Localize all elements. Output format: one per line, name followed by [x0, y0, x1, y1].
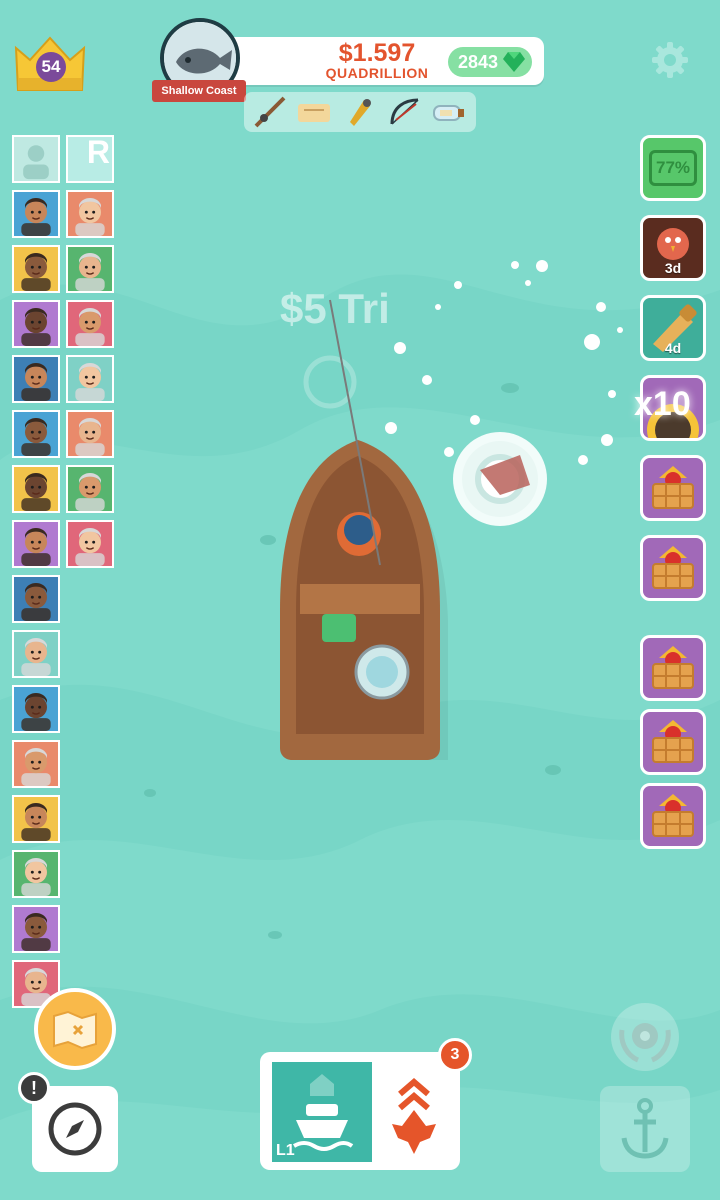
upgrades-count-badge: 3 — [438, 1038, 472, 1072]
money-amount: $1.597 — [338, 39, 416, 67]
laurel-gear-icon — [611, 1003, 679, 1071]
rank-upgrade-tab[interactable] — [376, 1062, 452, 1162]
alert-badge: ! — [18, 1072, 50, 1104]
prestige-button[interactable] — [608, 1000, 682, 1074]
basket-reward-4[interactable] — [640, 709, 706, 775]
player-level-number: 54 — [36, 52, 66, 82]
boost-percent: 77% — [649, 150, 697, 186]
bow-icon — [390, 98, 419, 125]
area-name-label: Shallow Coast — [152, 80, 246, 102]
rank-up-icon — [392, 1078, 436, 1154]
crew-portrait-4[interactable] — [66, 245, 114, 293]
crew-face-icon — [21, 362, 51, 401]
crew-face-icon — [21, 307, 51, 346]
crew-portrait-17[interactable] — [12, 685, 60, 733]
crew-portrait-12[interactable] — [66, 465, 114, 513]
crew-face-icon — [21, 582, 51, 621]
locked-crew-icon — [23, 145, 49, 180]
crew-face-icon — [21, 857, 51, 896]
crew-face-icon — [21, 197, 51, 236]
crew-face-icon — [75, 527, 105, 566]
crew-face-icon — [21, 692, 51, 731]
crew-face-icon — [21, 527, 51, 566]
player-level-badge[interactable]: 54 — [12, 34, 88, 94]
crew-portrait-1[interactable] — [12, 190, 60, 238]
crew-portrait-20[interactable] — [12, 850, 60, 898]
crew-portrait-9[interactable] — [12, 410, 60, 458]
basket-reward-5[interactable] — [640, 783, 706, 849]
crew-portrait-3[interactable] — [12, 245, 60, 293]
anchor-icon — [621, 1098, 669, 1159]
crew-face-icon — [21, 747, 51, 786]
gem-counter[interactable]: 2843 — [448, 47, 532, 77]
crew-face-icon — [75, 197, 105, 236]
tool-slot-5[interactable] — [430, 96, 466, 128]
crew-portrait-6[interactable] — [66, 300, 114, 348]
fruit-basket-icon — [652, 720, 694, 763]
money-bar: $1.597 QUADRILLION 2843 — [212, 37, 544, 85]
basket-reward-1[interactable] — [640, 455, 706, 521]
crew-face-icon — [75, 252, 105, 291]
crew-slot-letter[interactable]: R — [66, 135, 114, 183]
crew-portrait-7[interactable] — [12, 355, 60, 403]
tool-slot-4[interactable] — [386, 96, 422, 128]
crew-face-icon — [75, 417, 105, 456]
crew-face-icon — [21, 802, 51, 841]
treasure-map-button[interactable] — [34, 988, 116, 1070]
fruit-basket-icon — [652, 546, 694, 589]
crew-face-icon — [21, 417, 51, 456]
crew-slot-locked[interactable] — [12, 135, 60, 183]
spyglass-event-button[interactable]: 4d — [640, 295, 706, 361]
tool-slot-3[interactable] — [342, 96, 378, 128]
boost-percent-button[interactable]: 77% — [640, 135, 706, 201]
gem-icon — [503, 52, 525, 72]
spyglass-timer: 4d — [664, 340, 682, 356]
multiplier-label: x10 — [634, 385, 691, 423]
fishing-rod-icon — [254, 96, 286, 128]
tool-strip — [244, 92, 476, 132]
basket-reward-2[interactable] — [640, 535, 706, 601]
map-scroll-icon — [298, 104, 330, 122]
settings-button[interactable] — [650, 40, 690, 80]
crew-face-icon — [75, 307, 105, 346]
crew-portrait-10[interactable] — [66, 410, 114, 458]
crew-portrait-5[interactable] — [12, 300, 60, 348]
crew-face-icon — [21, 252, 51, 291]
crew-portrait-18[interactable] — [12, 740, 60, 788]
fruit-basket-icon — [652, 794, 694, 837]
crew-portrait-2[interactable] — [66, 190, 114, 238]
crew-portrait-14[interactable] — [66, 520, 114, 568]
crew-portrait-21[interactable] — [12, 905, 60, 953]
crew-face-icon — [75, 472, 105, 511]
turkey-event-button[interactable]: 3d — [640, 215, 706, 281]
crew-portrait-13[interactable] — [12, 520, 60, 568]
turkey-timer: 3d — [664, 260, 682, 276]
upgrade-panel: L1 — [260, 1052, 460, 1170]
crew-face-icon — [21, 472, 51, 511]
crew-portrait-8[interactable] — [66, 355, 114, 403]
basket-reward-3[interactable] — [640, 635, 706, 701]
tool-slot-2[interactable] — [296, 96, 332, 128]
lure-icon — [350, 99, 371, 126]
bottle-message-icon — [433, 105, 464, 121]
crew-portrait-16[interactable] — [12, 630, 60, 678]
crew-face-icon — [21, 912, 51, 951]
crew-portrait-11[interactable] — [12, 465, 60, 513]
fruit-basket-icon — [652, 466, 694, 509]
crew-portrait-19[interactable] — [12, 795, 60, 843]
gear-icon — [652, 42, 688, 78]
anchor-button[interactable] — [600, 1086, 690, 1172]
map-icon — [53, 1010, 97, 1050]
fruit-basket-icon — [652, 646, 694, 689]
boat-level-label: L1 — [276, 1142, 295, 1159]
crew-face-icon — [75, 362, 105, 401]
boat-upgrade-tab[interactable]: L1 — [272, 1062, 372, 1162]
crew-portrait-15[interactable] — [12, 575, 60, 623]
gem-count: 2843 — [458, 52, 499, 72]
catch-value-popup: $5 Tri — [280, 285, 390, 332]
crew-face-icon — [21, 637, 51, 676]
tool-slot-1[interactable] — [252, 96, 288, 128]
money-unit: QUADRILLION — [325, 65, 429, 81]
